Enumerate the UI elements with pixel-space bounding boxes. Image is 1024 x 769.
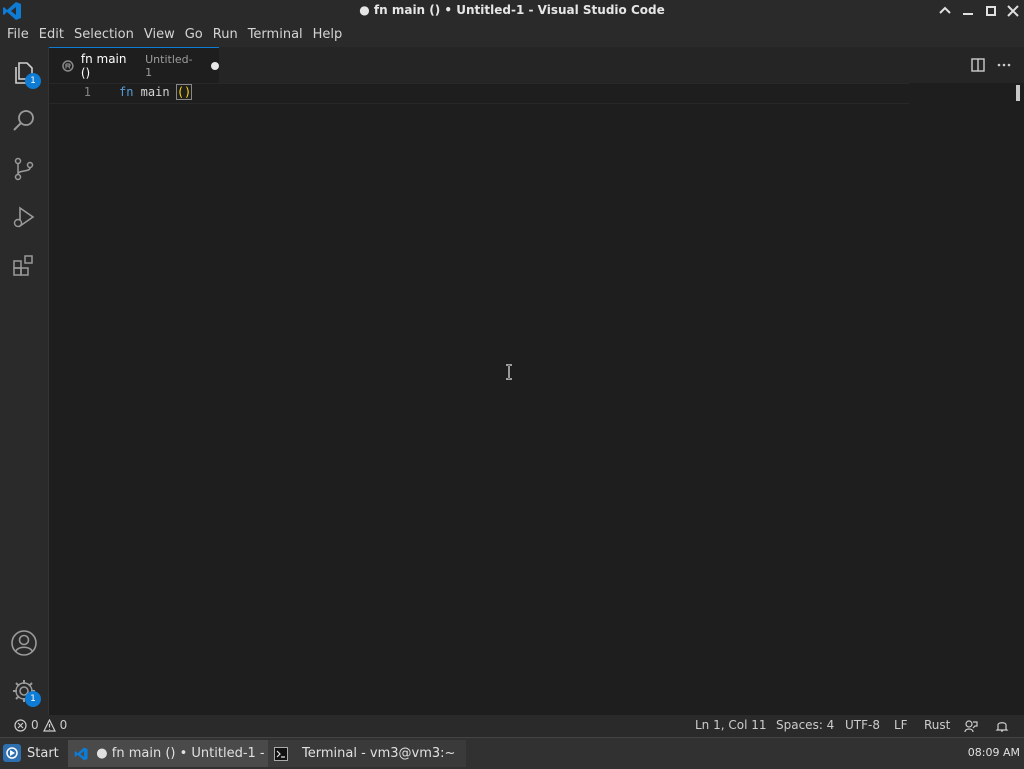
line-number: 1 [83,85,91,99]
search-button[interactable] [0,97,48,145]
problems-indicator[interactable]: 0 0 [14,715,67,736]
close-icon[interactable] [1004,2,1022,20]
keyword-token: fn [119,85,134,99]
text-cursor-icon [506,364,512,380]
error-count: 0 [31,718,39,732]
maximize-up-icon[interactable] [936,2,954,20]
menu-selection[interactable]: Selection [69,22,139,47]
editor-tabs: fn main () Untitled-1 [49,47,1024,83]
clock[interactable]: 08:09 AM [968,738,1020,768]
menu-go[interactable]: Go [180,22,208,47]
run-debug-button[interactable] [0,193,48,241]
source-control-icon [14,157,34,181]
indentation[interactable]: Spaces: 4 [776,715,834,736]
taskbar-item-vscode[interactable]: ● fn main () • Untitled-1 - V... [68,740,268,767]
split-editor-icon[interactable] [970,57,986,73]
tab-untitled-1[interactable]: fn main () Untitled-1 [49,47,219,83]
terminal-task-icon [274,746,288,761]
minimize-icon[interactable] [959,2,977,20]
editor-area[interactable]: 1 fn main () [49,83,1024,715]
language-mode[interactable]: Rust [924,715,950,736]
start-menu-icon [3,744,21,762]
more-actions-icon[interactable] [996,57,1012,73]
notifications-bell-icon[interactable] [995,719,1009,733]
warning-icon [42,719,56,732]
menu-edit[interactable]: Edit [34,22,69,47]
menu-run[interactable]: Run [208,22,243,47]
tab-title: fn main () [80,51,127,80]
bracket-token: () [175,84,193,100]
vertical-scrollbar[interactable] [1016,85,1020,101]
rust-file-icon [62,59,74,72]
code-text[interactable]: fn main () [119,84,193,100]
encoding[interactable]: UTF-8 [845,715,880,736]
code-line[interactable]: 1 fn main () [49,83,909,104]
title-bar: ● fn main () • Untitled-1 - Visual Studi… [0,0,1024,22]
os-taskbar: Start ● fn main () • Untitled-1 - V... T… [0,737,1024,769]
feedback-icon[interactable] [964,719,978,733]
menu-view[interactable]: View [139,22,180,47]
vscode-task-icon [74,747,88,760]
error-icon [14,719,27,732]
menu-help[interactable]: Help [308,22,348,47]
window-title: ● fn main () • Untitled-1 - Visual Studi… [359,3,665,17]
status-bar: 0 0 Ln 1, Col 11 Spaces: 4 UTF-8 LF Rust [0,715,1024,737]
warning-count: 0 [59,718,68,732]
line-ending[interactable]: LF [894,715,908,736]
search-icon [13,110,34,131]
restore-icon[interactable] [982,2,1000,20]
taskbar-item-label: ● fn main () • Untitled-1 - V... [96,746,268,761]
start-label: Start [27,745,59,761]
menu-bar: File Edit Selection View Go Run Terminal… [0,22,1024,47]
manage-button[interactable]: 1 [0,667,48,715]
editor-actions [970,57,1012,73]
cursor-position[interactable]: Ln 1, Col 11 [695,715,767,736]
explorer-badge: 1 [25,73,41,89]
function-name-token: main [133,85,177,99]
menu-file[interactable]: File [2,22,34,47]
extensions-icon [13,255,33,276]
run-debug-icon [13,206,35,228]
unsaved-dot-icon[interactable] [211,61,219,70]
explorer-button[interactable]: 1 [0,49,48,97]
start-button[interactable]: Start [2,741,64,765]
extensions-button[interactable] [0,241,48,289]
source-control-button[interactable] [0,145,48,193]
taskbar-item-label: Terminal - vm3@vm3:~ [302,746,456,761]
activity-bar: 1 1 [0,47,49,715]
menu-terminal[interactable]: Terminal [243,22,308,47]
accounts-button[interactable] [0,619,48,667]
tab-description: Untitled-1 [145,52,193,79]
account-icon [11,630,37,656]
taskbar-item-terminal[interactable]: Terminal - vm3@vm3:~ [268,740,466,767]
manage-badge: 1 [25,691,41,707]
